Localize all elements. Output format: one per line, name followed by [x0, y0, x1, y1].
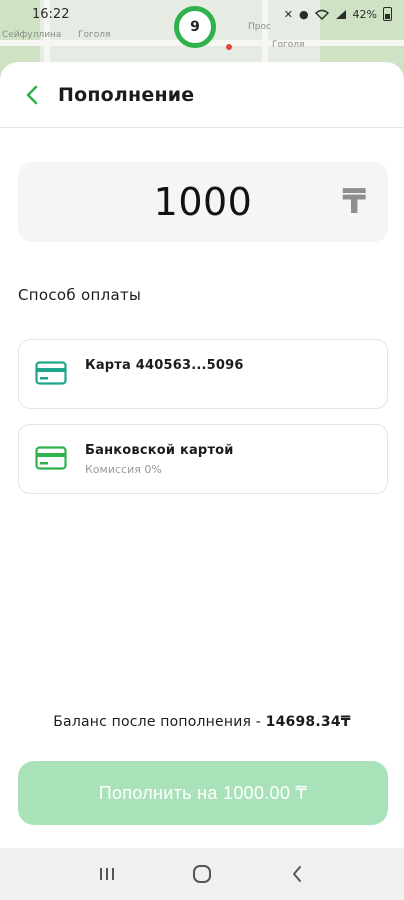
system-back-button[interactable] — [277, 854, 317, 894]
battery-percent: 42% — [352, 7, 377, 21]
credit-card-icon — [35, 361, 67, 385]
location-icon: ● — [298, 7, 309, 21]
back-icon — [292, 866, 301, 882]
map-pin-icon — [226, 44, 232, 50]
page-title: Пополнение — [58, 83, 195, 106]
payment-method-bank-card[interactable]: Банковской картой Комиссия 0% — [18, 424, 388, 494]
status-icons: ✕ ● 42% — [284, 7, 392, 21]
chevron-left-icon — [26, 85, 38, 104]
method-title: Карта 440563...5096 — [85, 358, 244, 373]
home-icon — [192, 865, 211, 883]
signal-icon — [335, 9, 346, 19]
header: Пополнение — [0, 62, 404, 128]
amount-value: 1000 — [153, 180, 253, 224]
map-street-label: Гоголя — [78, 30, 111, 40]
wifi-icon — [314, 9, 329, 20]
balance-label: Баланс после пополнения - — [53, 714, 266, 730]
method-commission: Комиссия 0% — [85, 463, 162, 476]
payment-method-saved-card[interactable]: Карта 440563...5096 — [18, 339, 388, 409]
map-street-label: Сейфуллина — [2, 30, 62, 40]
battery-icon — [383, 7, 392, 21]
status-time: 16:22 — [32, 6, 70, 22]
topup-sheet: Пополнение 1000 ₸ Способ оплаты Карта 44… — [0, 62, 404, 848]
balance-value: 14698.34₸ — [265, 714, 351, 730]
map-street-label: Гоголя — [272, 40, 305, 50]
status-bar: 16:22 ✕ ● 42% — [0, 0, 404, 28]
topup-submit-button[interactable]: Пополнить на 1000.00 ₸ — [18, 761, 388, 825]
recent-apps-button[interactable] — [87, 854, 127, 894]
balance-after-topup: Баланс после пополнения - 14698.34₸ — [0, 714, 404, 730]
recent-apps-icon — [100, 868, 115, 880]
system-nav-bar — [0, 848, 404, 900]
amount-input[interactable]: 1000 ₸ — [18, 162, 388, 242]
home-button[interactable] — [182, 854, 222, 894]
payment-method-label: Способ оплаты — [18, 286, 142, 304]
mute-icon: ✕ — [283, 7, 293, 21]
currency-tenge-icon: ₸ — [342, 182, 366, 222]
back-button[interactable] — [12, 75, 52, 115]
credit-card-icon — [35, 446, 67, 470]
method-title: Банковской картой — [85, 443, 234, 458]
